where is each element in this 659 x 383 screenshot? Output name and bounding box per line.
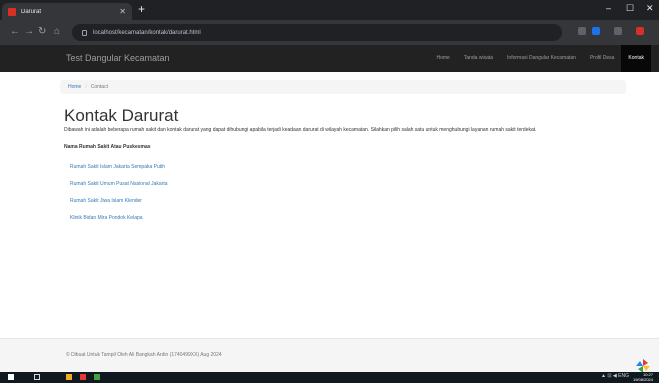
nav-link-home[interactable]: Home (430, 45, 457, 72)
navbar-brand[interactable]: Test Dangular Kecamatan (66, 53, 170, 63)
tab-title: Darurat (21, 8, 42, 15)
pinwheel-icon (636, 359, 650, 373)
start-icon[interactable] (8, 374, 14, 380)
hospital-link[interactable]: Klinik Bidan Mira Pondok Kelapa (70, 215, 143, 221)
taskbar-clock[interactable]: 10:27 19/08/2024 (633, 372, 653, 382)
nav-link-informasi[interactable]: Informasi Dangular Kecamatan (500, 45, 583, 72)
file-explorer-icon[interactable] (66, 374, 72, 380)
hospital-link[interactable]: Rumah Sakit Islam Jakarta Sempaka Putih (70, 164, 165, 170)
notification-icon[interactable] (636, 27, 644, 35)
breadcrumb-home[interactable]: Home (68, 84, 81, 90)
navbar-links: Home Tanda wisata Informasi Dangular Kec… (430, 45, 651, 72)
page-description: Dibawah ini adalah beberapa rumah sakit … (64, 127, 537, 133)
screen: Darurat ✕ + – ☐ ✕ ← → ↻ ⌂ localhost/keca… (0, 0, 659, 383)
close-window-button[interactable]: ✕ (646, 3, 654, 14)
browser-toolbar: ← → ↻ ⌂ localhost/kecamatan/kontak/darur… (0, 20, 659, 45)
app-taskbar-icon[interactable] (94, 374, 100, 380)
favicon-icon (8, 7, 16, 16)
breadcrumb-current: Contact (90, 84, 108, 90)
tab-close-icon[interactable]: ✕ (119, 7, 126, 16)
hospital-link[interactable]: Rumah Sakit Jiwa Islam Klender (70, 198, 142, 204)
nav-link-kontak[interactable]: Kontak (621, 45, 651, 72)
browser-taskbar-icon[interactable] (80, 374, 86, 380)
breadcrumb: Home / Contact (60, 80, 626, 94)
page-footer: © Dibuat Untuk Tampil Oleh Ali Bangkah A… (0, 338, 659, 373)
hospital-list-heading: Nama Rumah Sakit Atau Puskesmas (64, 144, 151, 150)
maximize-button[interactable]: ☐ (626, 3, 634, 14)
hospital-link[interactable]: Rumah Sakit Umum Pusat Nasional Jakarta (70, 181, 168, 187)
search-icon[interactable] (34, 374, 40, 380)
menu-icon[interactable] (614, 27, 622, 35)
browser-tab[interactable]: Darurat ✕ (2, 3, 132, 20)
site-navbar: Test Dangular Kecamatan Home Tanda wisat… (0, 45, 659, 72)
nav-link-tanda-wisata[interactable]: Tanda wisata (457, 45, 500, 72)
clock-date: 19/08/2024 (632, 377, 653, 382)
breadcrumb-separator: / (85, 84, 87, 90)
browser-tab-strip: Darurat ✕ + – ☐ ✕ (0, 0, 659, 20)
forward-icon[interactable]: → (24, 26, 34, 37)
minimize-button[interactable]: – (606, 3, 611, 13)
system-tray[interactable]: ▲ ⊡ ◀ ENG (601, 373, 629, 379)
address-bar-url: localhost/kecamatan/kontak/darurat.html (93, 29, 201, 36)
nav-link-profil-desa[interactable]: Profil Desa (583, 45, 621, 72)
profile-icon[interactable] (592, 27, 600, 35)
windows-taskbar: ▲ ⊡ ◀ ENG 10:27 19/08/2024 (0, 372, 659, 383)
home-icon[interactable]: ⌂ (54, 26, 60, 37)
address-bar[interactable]: localhost/kecamatan/kontak/darurat.html (72, 24, 562, 41)
reload-icon[interactable]: ↻ (38, 26, 46, 37)
back-icon[interactable]: ← (10, 26, 20, 37)
footer-copyright: © Dibuat Untuk Tampil Oleh Ali Bangkah A… (66, 352, 222, 358)
lock-icon (82, 29, 87, 36)
extension-icon[interactable] (578, 27, 586, 35)
page-title: Kontak Darurat (64, 106, 179, 125)
new-tab-button[interactable]: + (138, 2, 145, 16)
